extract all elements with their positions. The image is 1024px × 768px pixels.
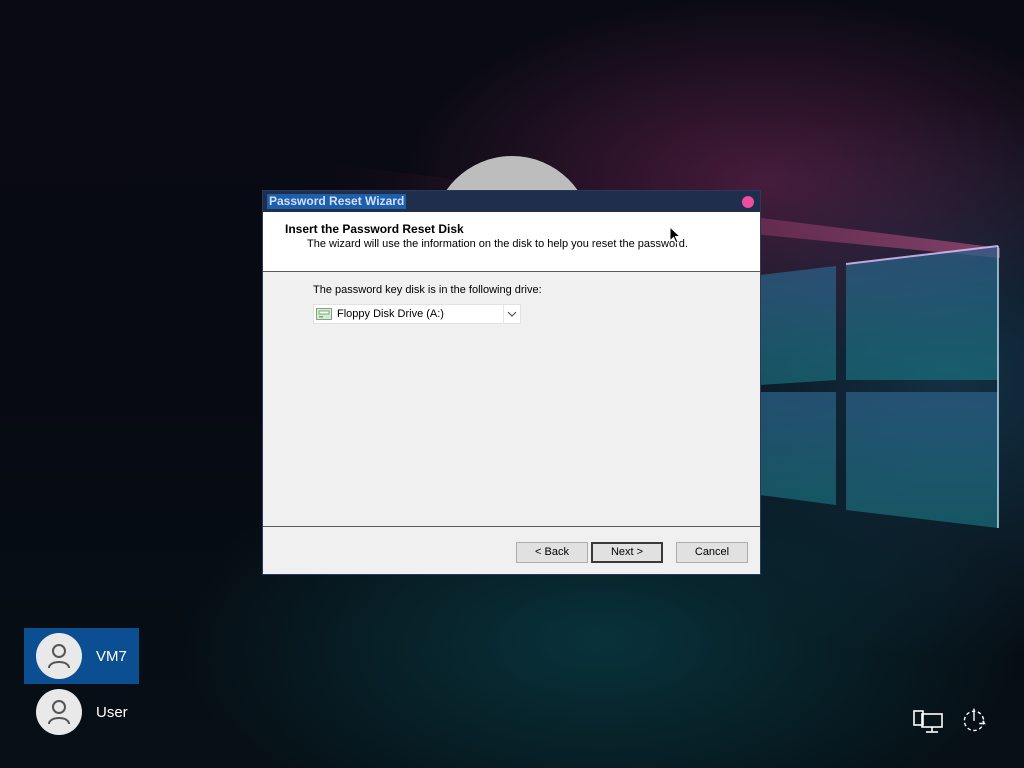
drive-label: The password key disk is in the followin… bbox=[313, 284, 542, 296]
ease-of-access-icon[interactable] bbox=[958, 706, 990, 734]
wizard-header: Insert the Password Reset Disk The wizar… bbox=[263, 212, 760, 272]
back-button[interactable]: < Back bbox=[516, 542, 588, 563]
password-reset-wizard-dialog: Password Reset Wizard Insert the Passwor… bbox=[263, 191, 760, 574]
drive-dropdown[interactable]: Floppy Disk Drive (A:) bbox=[313, 304, 521, 324]
person-icon bbox=[48, 700, 70, 725]
avatar bbox=[36, 633, 82, 679]
page-subtitle: The wizard will use the information on t… bbox=[307, 238, 688, 250]
user-tile-user[interactable]: User bbox=[24, 684, 139, 740]
avatar bbox=[36, 689, 82, 735]
title-bar[interactable]: Password Reset Wizard bbox=[263, 191, 760, 212]
user-name: User bbox=[96, 704, 128, 721]
close-icon[interactable] bbox=[742, 196, 754, 208]
person-icon bbox=[48, 644, 70, 669]
cancel-button[interactable]: Cancel bbox=[676, 542, 748, 563]
mouse-cursor-icon bbox=[669, 226, 681, 244]
user-tile-vm7[interactable]: VM7 bbox=[24, 628, 139, 684]
chevron-down-icon[interactable] bbox=[503, 305, 520, 323]
drive-selected-value: Floppy Disk Drive (A:) bbox=[337, 308, 444, 320]
footer-divider bbox=[263, 526, 760, 527]
user-name: VM7 bbox=[96, 648, 127, 665]
floppy-drive-icon bbox=[316, 308, 332, 320]
network-icon[interactable] bbox=[912, 708, 944, 736]
page-title: Insert the Password Reset Disk bbox=[285, 222, 464, 236]
dialog-title: Password Reset Wizard bbox=[267, 194, 407, 209]
next-button[interactable]: Next > bbox=[591, 542, 663, 563]
